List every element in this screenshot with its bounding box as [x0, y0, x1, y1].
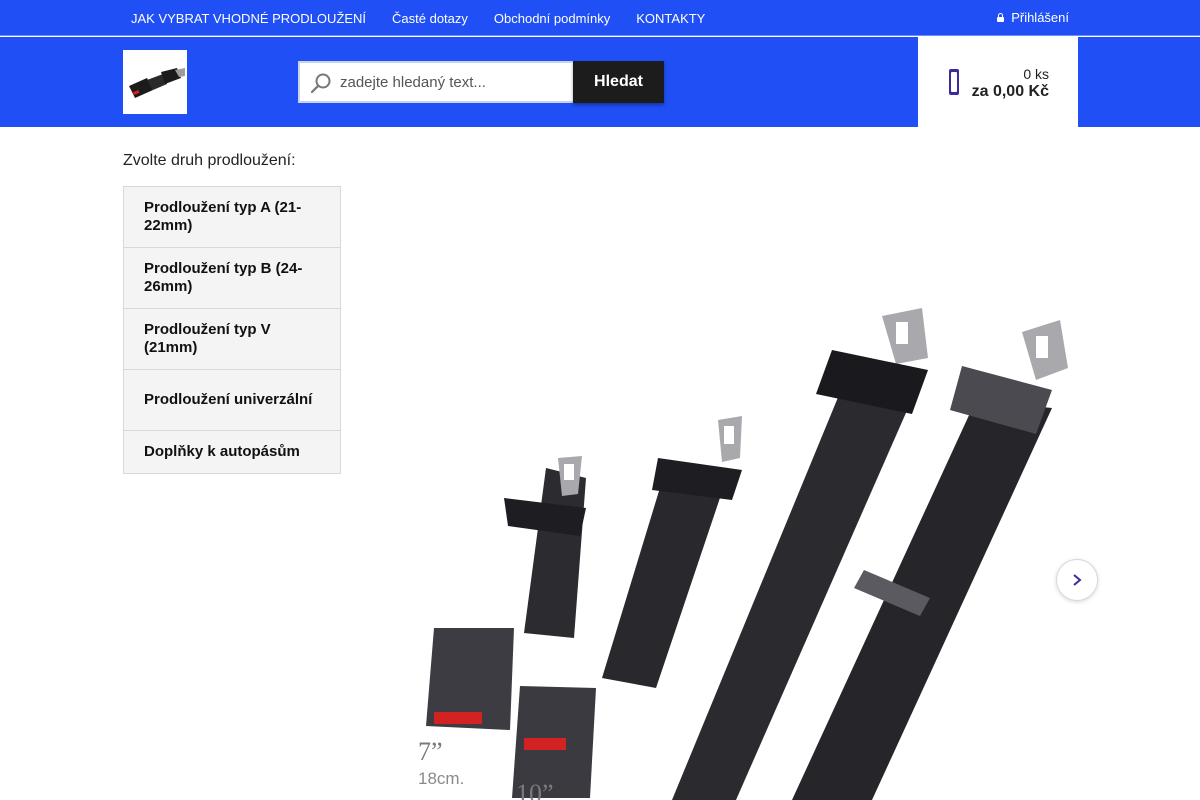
top-navigation: JAK VYBRAT VHODNÉ PRODLOUŽENÍ Časté dota…: [0, 0, 1200, 36]
top-links: JAK VYBRAT VHODNÉ PRODLOUŽENÍ Časté dota…: [118, 0, 718, 36]
cart-box[interactable]: 0 ks za 0,00 Kč: [918, 37, 1078, 127]
nav-link-how-to-choose[interactable]: JAK VYBRAT VHODNÉ PRODLOUŽENÍ: [118, 11, 379, 26]
category-title: Zvolte druh prodloužení:: [123, 152, 296, 169]
search-form: Hledat: [298, 61, 664, 103]
search-input[interactable]: [340, 63, 572, 101]
category-item-accessories[interactable]: Doplňky k autopásům: [124, 431, 340, 473]
search-field: [298, 61, 574, 103]
nav-link-faq[interactable]: Časté dotazy: [379, 11, 481, 26]
login-link[interactable]: Přihlášení: [996, 0, 1069, 34]
login-label: Přihlášení: [1011, 9, 1069, 25]
cart-icon: [949, 69, 959, 95]
size-label-18cm: 18cm.: [418, 769, 464, 788]
seatbelt-extender-logo-icon: [123, 50, 187, 114]
hero-banner-image: 7” 18cm. 10”: [396, 298, 1078, 800]
lock-icon: [996, 12, 1005, 22]
cart-total: za 0,00 Kč: [971, 83, 1049, 100]
size-label-10: 10”: [516, 779, 554, 800]
category-menu: Prodloužení typ A (21-22mm) Prodloužení …: [123, 186, 341, 474]
size-label-7: 7”: [418, 737, 443, 766]
category-item-type-v[interactable]: Prodloužení typ V (21mm): [124, 309, 340, 370]
site-header: Hledat 0 ks za 0,00 Kč: [0, 37, 1200, 127]
cart-quantity: 0 ks: [1023, 66, 1049, 82]
site-logo[interactable]: [123, 50, 187, 114]
slider-next-button[interactable]: [1056, 559, 1098, 601]
chevron-right-icon: [1073, 574, 1082, 586]
search-button[interactable]: Hledat: [573, 61, 664, 103]
category-item-type-b[interactable]: Prodloužení typ B (24-26mm): [124, 248, 340, 309]
seatbelt-extenders-image: 7” 18cm. 10”: [396, 298, 1078, 800]
search-icon: [310, 73, 331, 94]
nav-link-terms[interactable]: Obchodní podmínky: [481, 11, 623, 26]
category-item-type-a[interactable]: Prodloužení typ A (21-22mm): [124, 187, 340, 248]
nav-link-contacts[interactable]: KONTAKTY: [623, 11, 718, 26]
category-item-universal[interactable]: Prodloužení univerzální: [124, 370, 340, 431]
